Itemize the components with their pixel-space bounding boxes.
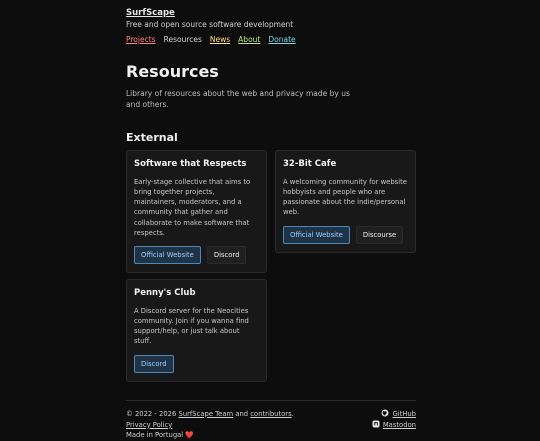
page: SurfScape Free and open source software … <box>126 0 416 441</box>
footer-social-links: GitHub Mastodon <box>372 409 416 431</box>
card-title: Penny's Club <box>134 287 196 298</box>
team-link[interactable]: SurfScape Team <box>179 410 234 418</box>
made-in-text: Made in Portugal <box>126 431 184 440</box>
discord-button[interactable]: Discord <box>134 354 174 373</box>
official-website-button[interactable]: Official Website <box>283 225 350 244</box>
discourse-button[interactable]: Discourse <box>355 225 404 244</box>
period-text: . <box>291 409 294 418</box>
discord-button[interactable]: Discord <box>206 245 247 264</box>
card-buttons: Discord <box>134 354 259 373</box>
made-in-line: Made in Portugal ❤️ <box>126 430 416 441</box>
footer-divider <box>126 399 416 401</box>
resource-card: Software that Respects Early-stage colle… <box>126 149 267 273</box>
heart-icon: ❤️ <box>185 431 194 440</box>
and-text: and <box>235 409 249 418</box>
card-title: Software that Respects <box>134 158 247 169</box>
card-description: Early-stage collective that aims to brin… <box>134 177 251 237</box>
github-label: GitHub <box>392 409 416 418</box>
page-title: Resources <box>126 62 219 81</box>
resource-card: 32-Bit Cafe A welcoming community for we… <box>275 149 416 253</box>
mastodon-label: Mastodon <box>382 420 416 429</box>
nav-donate[interactable]: Donate <box>268 35 295 44</box>
mastodon-link[interactable]: Mastodon <box>372 420 416 431</box>
contributors-link[interactable]: contributors <box>250 410 291 418</box>
page-description: Library of resources about the web and p… <box>126 89 350 109</box>
card-title: 32-Bit Cafe <box>283 158 337 169</box>
site-title-link[interactable]: SurfScape <box>126 8 175 18</box>
card-buttons: Official Website Discord <box>134 245 259 264</box>
github-link[interactable]: GitHub <box>372 409 416 420</box>
site-footer: © 2022 - 2026 SurfScape Team and contrib… <box>126 409 416 441</box>
card-description: A Discord server for the Neocities commu… <box>134 306 249 346</box>
site-tagline: Free and open source software developmen… <box>126 20 294 29</box>
mastodon-icon <box>372 420 380 427</box>
card-description: A welcoming community for website hobbyi… <box>283 177 407 217</box>
card-buttons: Official Website Discourse <box>283 225 408 244</box>
privacy-policy-link[interactable]: Privacy Policy <box>126 421 172 429</box>
nav-news[interactable]: News <box>210 35 230 44</box>
site-header: SurfScape Free and open source software … <box>126 8 416 44</box>
main-nav: Projects Resources News About Donate <box>126 35 416 44</box>
nav-about[interactable]: About <box>238 35 260 44</box>
nav-projects[interactable]: Projects <box>126 35 156 44</box>
section-title: External <box>126 130 178 144</box>
nav-resources[interactable]: Resources <box>164 35 202 44</box>
copyright-text: © 2022 - 2026 <box>126 409 177 418</box>
official-website-button[interactable]: Official Website <box>134 245 201 264</box>
github-icon <box>381 409 389 417</box>
resource-card: Penny's Club A Discord server for the Ne… <box>126 278 267 382</box>
resource-grid: Software that Respects Early-stage colle… <box>126 149 416 382</box>
